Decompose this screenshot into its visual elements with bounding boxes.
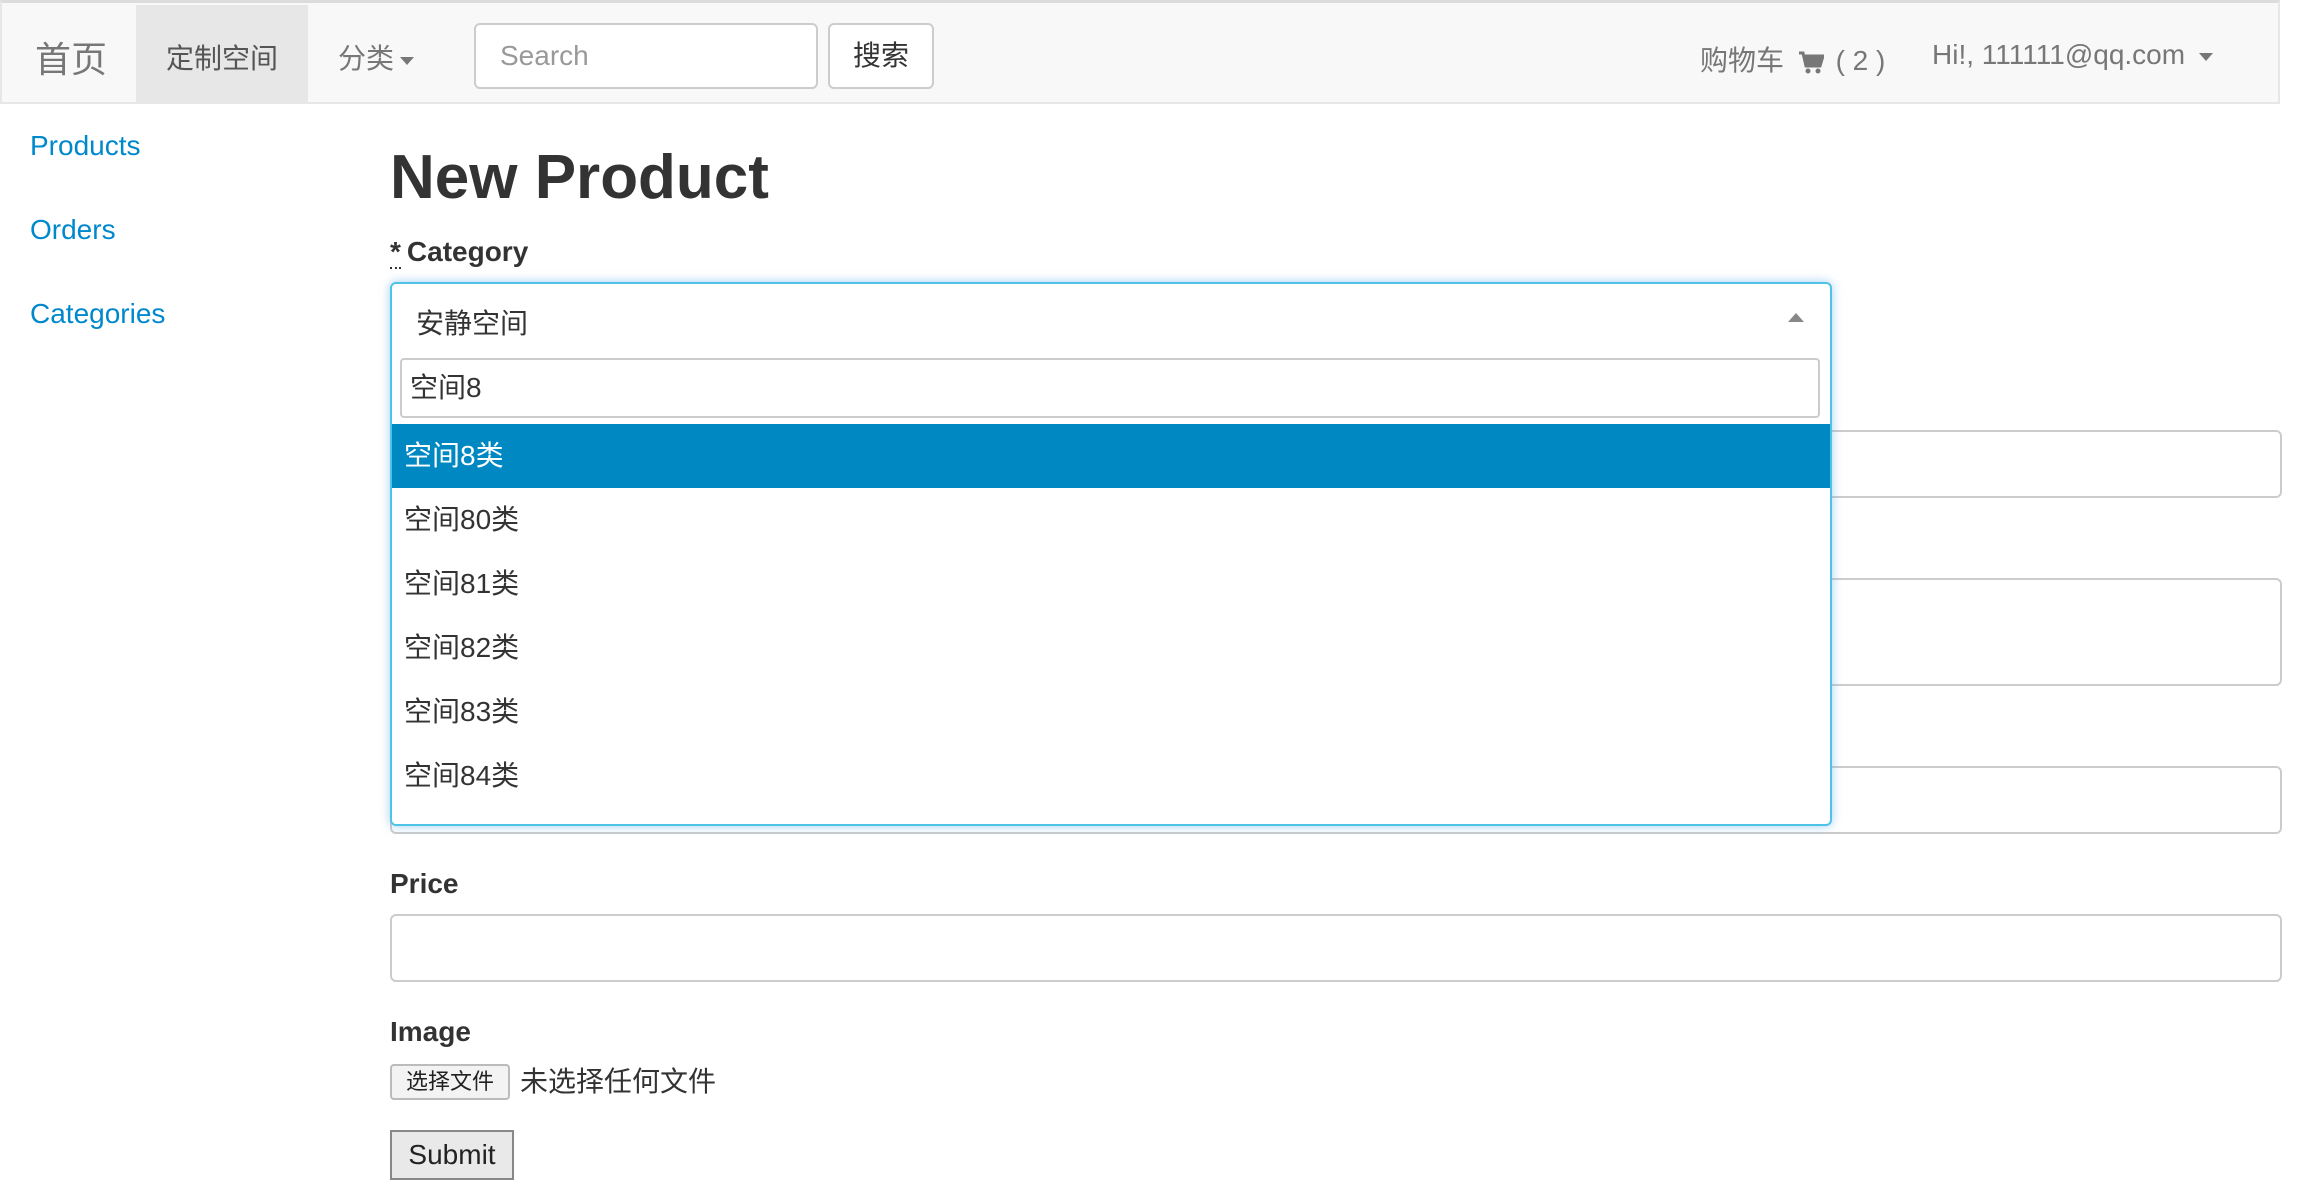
category-select[interactable]: 安静空间 空间8 空间8类 空间80类 空间81类 空间82类 空间83类 空间… bbox=[390, 282, 1832, 826]
category-select-head[interactable]: 安静空间 bbox=[392, 284, 1830, 352]
nav-item-custom-space[interactable]: 定制空间 bbox=[136, 5, 308, 104]
sidebar-item-products[interactable]: Products bbox=[30, 128, 165, 212]
sidebar: Products Orders Categories bbox=[30, 128, 165, 380]
image-label: Image bbox=[390, 1016, 471, 1047]
sidebar-item-orders[interactable]: Orders bbox=[30, 212, 165, 296]
category-option[interactable]: 空间83类 bbox=[392, 680, 1830, 744]
required-mark: * bbox=[390, 236, 401, 269]
navbar: 首页 定制空间 分类 Search 搜索 购物车 ( 2 ) Hi!, 1111… bbox=[0, 0, 2280, 104]
cart-link[interactable]: 购物车 ( 2 ) bbox=[1700, 39, 1885, 79]
category-options-list: 空间8类 空间80类 空间81类 空间82类 空间83类 空间84类 bbox=[392, 424, 1830, 808]
user-menu[interactable]: Hi!, 111111@qq.com bbox=[1932, 39, 2214, 71]
category-option[interactable]: 空间82类 bbox=[392, 616, 1830, 680]
user-greeting: Hi!, 111111@qq.com bbox=[1932, 39, 2186, 70]
category-selected-value: 安静空间 bbox=[416, 308, 529, 339]
search-input[interactable]: Search bbox=[474, 23, 818, 89]
shopping-cart-icon bbox=[1798, 51, 1824, 74]
category-option[interactable]: 空间8类 bbox=[392, 424, 1830, 488]
category-option[interactable]: 空间81类 bbox=[392, 552, 1830, 616]
cart-label: 购物车 bbox=[1700, 45, 1785, 76]
choose-file-button[interactable]: 选择文件 bbox=[390, 1064, 510, 1100]
brand-link[interactable]: 首页 bbox=[35, 31, 107, 83]
category-dropdown[interactable]: 分类 bbox=[338, 37, 415, 77]
caret-down-icon bbox=[400, 56, 415, 65]
category-search-input[interactable]: 空间8 bbox=[400, 358, 1820, 418]
file-status: 未选择任何文件 bbox=[520, 1066, 717, 1097]
cart-count: ( 2 ) bbox=[1835, 45, 1886, 76]
category-label: * Category bbox=[390, 236, 529, 269]
page-title: New Product bbox=[390, 143, 769, 212]
sidebar-item-categories[interactable]: Categories bbox=[30, 296, 165, 380]
caret-down-icon bbox=[2199, 52, 2214, 61]
category-option[interactable]: 空间80类 bbox=[392, 488, 1830, 552]
caret-up-icon bbox=[1788, 313, 1804, 322]
category-label-text: Category bbox=[406, 236, 529, 267]
nav-item-label: 定制空间 bbox=[166, 43, 279, 74]
category-dropdown-label: 分类 bbox=[338, 43, 395, 74]
category-option[interactable]: 空间84类 bbox=[392, 744, 1830, 808]
price-label: Price bbox=[390, 868, 459, 899]
price-input[interactable] bbox=[390, 914, 2282, 982]
submit-button[interactable]: Submit bbox=[390, 1130, 514, 1180]
search-button[interactable]: 搜索 bbox=[828, 23, 934, 89]
